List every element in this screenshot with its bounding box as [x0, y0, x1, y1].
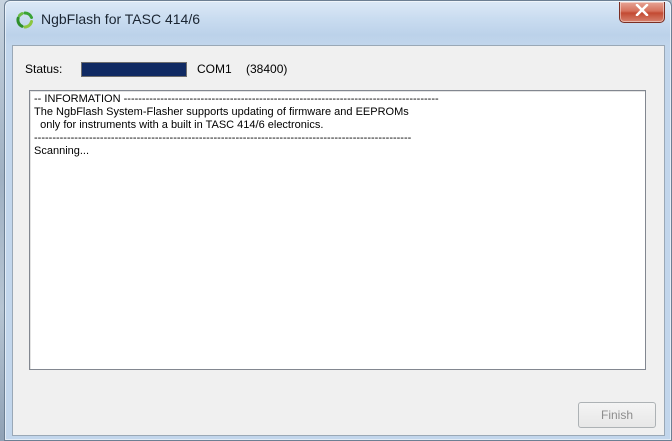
- log-textbox[interactable]: -- INFORMATION -------------------------…: [29, 90, 646, 370]
- close-button[interactable]: [619, 2, 665, 23]
- app-window: NgbFlash for TASC 414/6 Status: COM1 (38…: [4, 0, 672, 441]
- status-label: Status:: [25, 62, 63, 76]
- log-line: The NgbFlash System-Flasher supports upd…: [34, 106, 409, 118]
- recycle-arrows-icon: [16, 11, 34, 29]
- log-line: only for instruments with a built in TAS…: [34, 119, 324, 131]
- title-bar[interactable]: NgbFlash for TASC 414/6: [5, 1, 671, 39]
- window-title: NgbFlash for TASC 414/6: [41, 11, 201, 27]
- log-line: ----------------------------------------…: [34, 132, 412, 144]
- finish-button[interactable]: Finish: [578, 402, 656, 428]
- client-area: Status: COM1 (38400) -- INFORMATION ----…: [12, 45, 665, 436]
- log-line: -- INFORMATION -------------------------…: [34, 93, 439, 105]
- baud-rate-text: (38400): [246, 62, 288, 76]
- status-progress-bar: [81, 62, 187, 77]
- log-line: Scanning...: [34, 145, 90, 157]
- close-x-icon: [635, 3, 649, 21]
- com-port-text: COM1: [197, 62, 232, 76]
- progress-fill: [82, 63, 186, 76]
